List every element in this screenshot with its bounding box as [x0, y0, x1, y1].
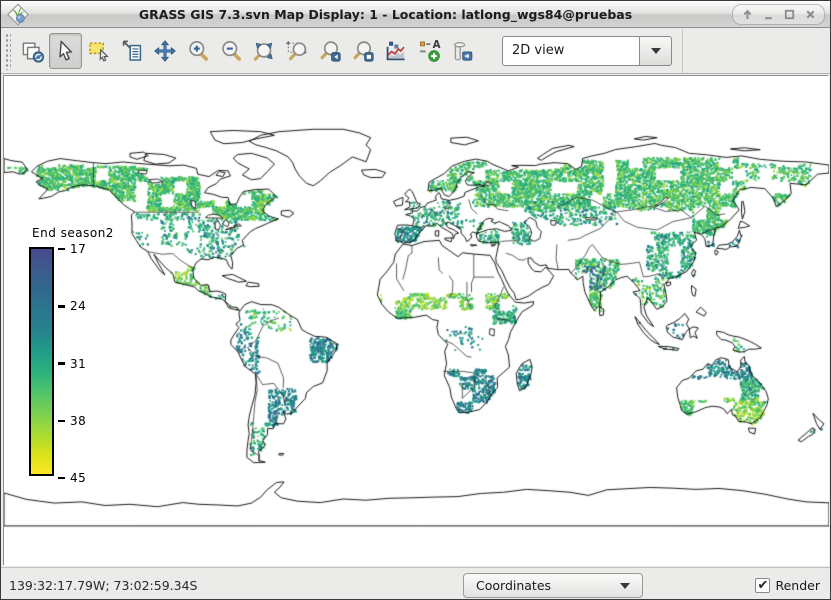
svg-text:A: A	[432, 39, 440, 50]
render-checkbox[interactable]: ✔	[755, 578, 770, 593]
zoom-last-icon[interactable]	[313, 33, 346, 69]
query-icon[interactable]	[115, 33, 148, 69]
legend-tick-label: 45	[70, 471, 86, 485]
close-icon[interactable]	[800, 5, 820, 24]
grass-map-display-window: GRASS GIS 7.3.svn Map Display: 1 - Locat…	[0, 0, 831, 600]
zoom-extent-icon[interactable]	[247, 33, 280, 69]
render-checkbox-label: Render	[775, 578, 820, 593]
legend-ticks: 17 24 31 38 45	[58, 249, 98, 478]
map-canvas[interactable]	[4, 76, 829, 566]
map-display-area: End season2 17 24 31 38 45	[3, 75, 828, 565]
minimize-icon[interactable]	[758, 5, 778, 24]
legend-tick-label: 24	[70, 299, 86, 313]
add-overlay-icon[interactable]: A	[412, 33, 445, 69]
statusbar: 139:32:17.79W; 73:02:59.34S Coordinates …	[1, 567, 830, 600]
select-icon[interactable]	[82, 33, 115, 69]
legend-tick-label: 17	[70, 242, 86, 256]
chevron-down-icon	[651, 48, 661, 54]
map-toolbar: A 2D view	[1, 28, 830, 74]
maximize-icon[interactable]	[779, 5, 799, 24]
legend-tick-label: 31	[70, 357, 86, 371]
toolbar-gripper[interactable]	[4, 32, 11, 70]
save-display-icon[interactable]	[445, 33, 478, 69]
view-mode-dropdown-button[interactable]	[639, 36, 672, 66]
pointer-icon[interactable]	[49, 33, 82, 69]
render-option: ✔ Render	[755, 568, 820, 600]
view-mode-selector[interactable]: 2D view	[502, 36, 672, 66]
shade-icon[interactable]	[737, 5, 757, 24]
zoom-out-icon[interactable]	[214, 33, 247, 69]
window-controls	[732, 4, 825, 25]
show-display-icon[interactable]	[16, 33, 49, 69]
coordinate-readout: 139:32:17.79W; 73:02:59.34S	[9, 568, 197, 600]
map-legend[interactable]: End season2 17 24 31 38 45	[26, 226, 114, 476]
legend-tick-label: 38	[70, 414, 86, 428]
zoom-region-icon[interactable]	[280, 33, 313, 69]
titlebar[interactable]: GRASS GIS 7.3.svn Map Display: 1 - Locat…	[1, 1, 830, 28]
statusbar-mode-value: Coordinates	[476, 578, 551, 593]
analyze-map-icon[interactable]	[379, 33, 412, 69]
zoom-saved-icon[interactable]	[346, 33, 379, 69]
window-title: GRASS GIS 7.3.svn Map Display: 1 - Locat…	[1, 7, 830, 22]
legend-title: End season2	[32, 226, 114, 240]
grass-gis-logo-icon	[6, 3, 30, 26]
chevron-down-icon	[620, 583, 630, 589]
legend-colorbar	[29, 247, 54, 476]
pan-icon[interactable]	[148, 33, 181, 69]
toolbar-separator	[682, 29, 683, 73]
zoom-in-icon[interactable]	[181, 33, 214, 69]
statusbar-mode-selector[interactable]: Coordinates	[463, 573, 643, 598]
view-mode-value[interactable]: 2D view	[502, 36, 639, 66]
